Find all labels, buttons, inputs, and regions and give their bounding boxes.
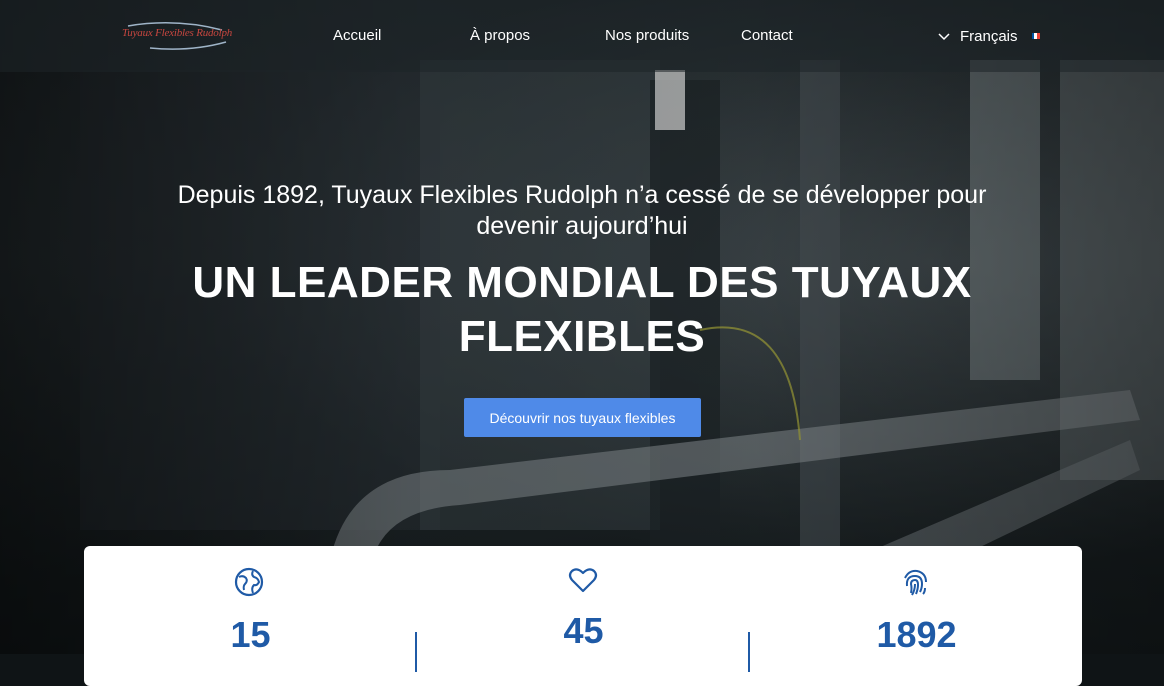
stat-countries: 15: [84, 546, 417, 655]
stat-value: 15: [230, 614, 271, 655]
hero-headline: UN LEADER MONDIAL DES TUYAUX FLEXIBLES: [192, 258, 972, 361]
logo-text: Tuyaux Flexibles Rudolph: [122, 27, 233, 39]
language-label: Français: [960, 27, 1018, 45]
top-navigation-bar: Tuyaux Flexibles Rudolph Accueil À propo…: [0, 0, 1164, 72]
hero-intro-text: Depuis 1892, Tuyaux Flexibles Rudolph n’…: [177, 181, 987, 240]
company-logo[interactable]: Tuyaux Flexibles Rudolph: [120, 20, 233, 52]
chevron-down-icon: [938, 33, 950, 41]
stat-value: 1892: [876, 614, 957, 655]
discover-products-button[interactable]: Découvrir nos tuyaux flexibles: [464, 398, 701, 437]
nav-contact[interactable]: Contact: [741, 27, 793, 44]
stat-value: 45: [563, 610, 604, 651]
french-flag-icon: [1031, 33, 1040, 39]
nav-accueil[interactable]: Accueil: [333, 27, 381, 44]
heart-icon: [568, 568, 598, 593]
globe-icon: [234, 567, 264, 597]
nav-a-propos[interactable]: À propos: [470, 27, 530, 44]
fingerprint-icon: [904, 569, 927, 596]
language-selector[interactable]: Français: [938, 26, 1040, 46]
flag-stripe-red: [1036, 33, 1040, 39]
stat-years: 45: [417, 546, 750, 654]
nav-nos-produits[interactable]: Nos produits: [605, 27, 689, 44]
stats-card: 15 45 1892: [84, 546, 1082, 686]
stat-founded: 1892: [750, 546, 1083, 655]
